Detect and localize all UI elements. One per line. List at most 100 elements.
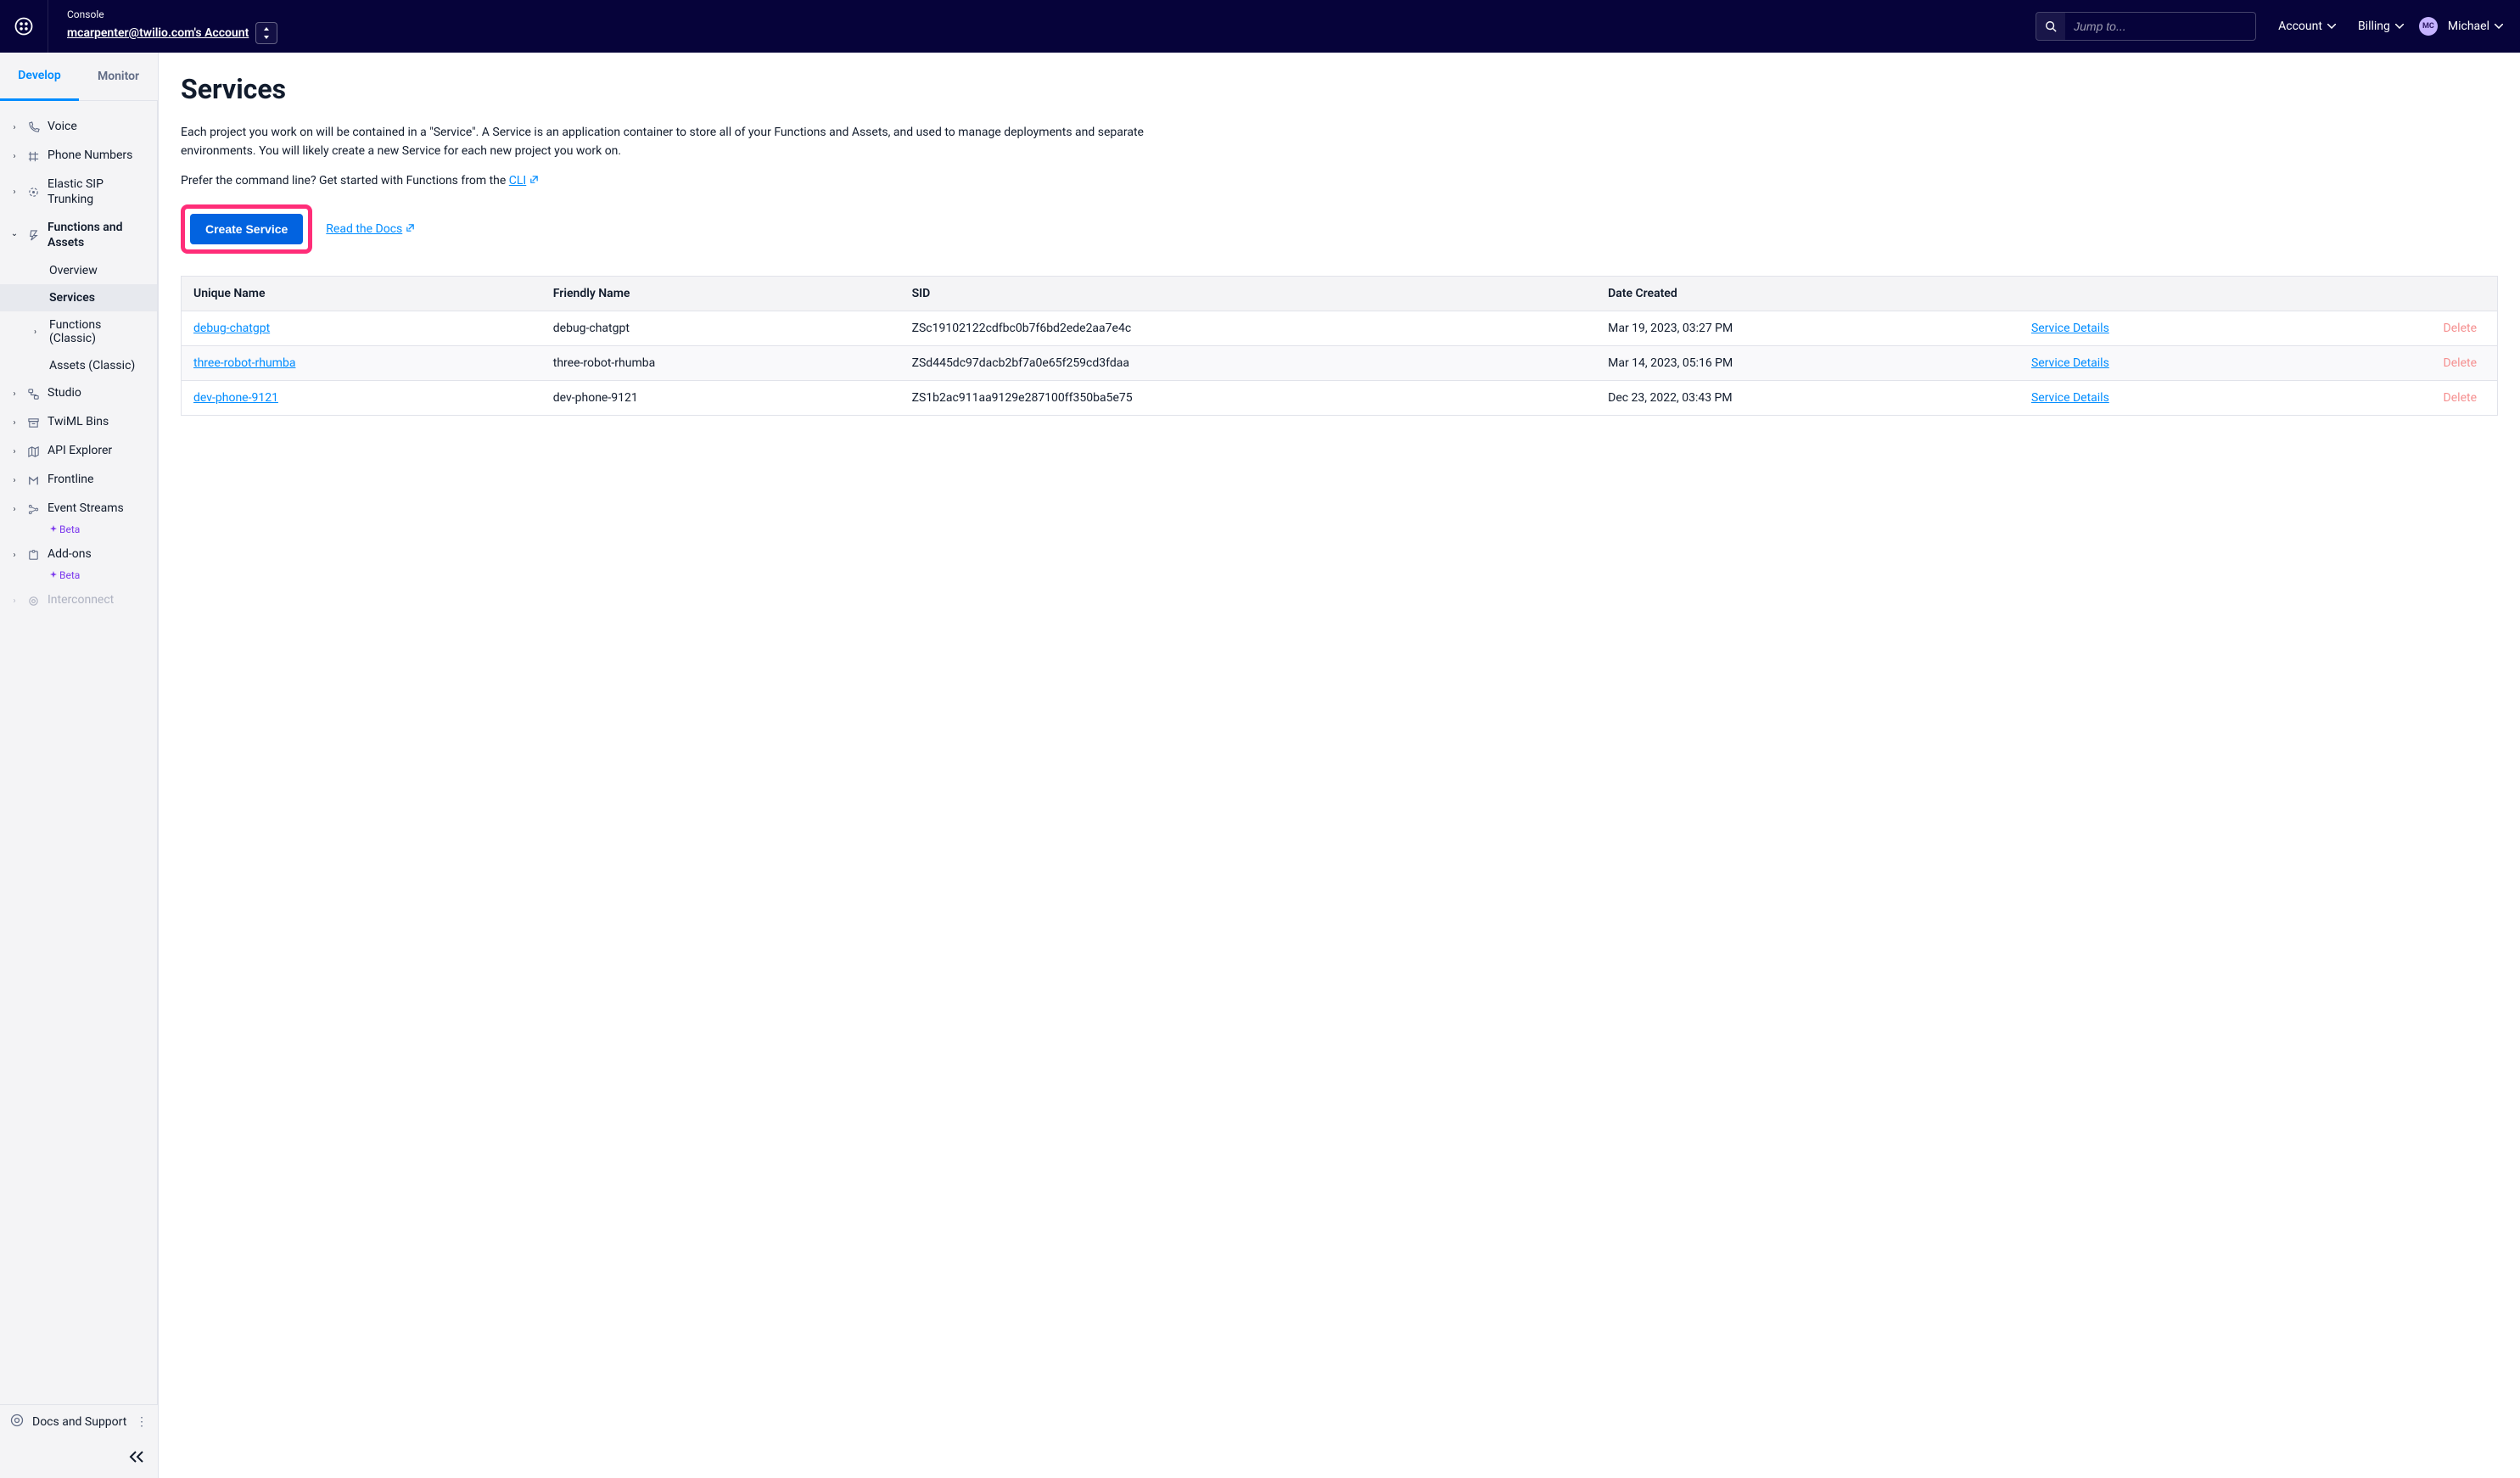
- cli-link-text: CLI: [509, 174, 526, 188]
- service-details-link[interactable]: Service Details: [2031, 356, 2109, 370]
- beta-badge: Beta: [49, 523, 80, 535]
- create-service-button[interactable]: Create Service: [190, 214, 303, 244]
- sparkle-icon: [49, 571, 58, 579]
- delete-link[interactable]: Delete: [2444, 322, 2477, 335]
- sidebar-item-twiml-bins[interactable]: TwiML Bins: [0, 408, 157, 437]
- collapse-sidebar-button[interactable]: [129, 1451, 144, 1466]
- sip-trunking-icon: [25, 185, 41, 200]
- search-icon: [2045, 20, 2057, 32]
- phone-icon: [25, 120, 41, 135]
- sort-vertical-icon: [262, 27, 271, 39]
- col-date-created: Date Created: [1596, 277, 2019, 311]
- unique-name-link[interactable]: dev-phone-9121: [193, 391, 278, 405]
- functions-icon: [25, 228, 41, 244]
- sidebar: Develop Monitor Voice Phone Numbers Elas…: [0, 53, 159, 1478]
- frontline-icon: [25, 473, 41, 488]
- sidebar-item-elastic-sip[interactable]: Elastic SIP Trunking: [0, 171, 157, 214]
- search-input[interactable]: [2065, 13, 2255, 40]
- chevron-right-icon: [10, 152, 19, 161]
- services-table: Unique Name Friendly Name SID Date Creat…: [181, 276, 2498, 416]
- main-content: Services Each project you work on will b…: [159, 53, 2520, 1478]
- tab-monitor[interactable]: Monitor: [79, 53, 158, 100]
- sidebar-item-studio[interactable]: Studio: [0, 379, 157, 408]
- sidebar-label: Phone Numbers: [48, 148, 148, 164]
- page-description: Each project you work on will be contain…: [181, 124, 1199, 160]
- cli-line: Prefer the command line? Get started wit…: [181, 174, 2498, 188]
- cli-prefix-text: Prefer the command line? Get started wit…: [181, 174, 509, 188]
- sidebar-label: TwiML Bins: [48, 415, 148, 430]
- account-name-link[interactable]: mcarpenter@twilio.com's Account: [67, 26, 249, 40]
- beta-label: Beta: [59, 523, 80, 535]
- twilio-logo[interactable]: [0, 0, 48, 53]
- sidebar-item-interconnect[interactable]: Interconnect: [0, 586, 157, 615]
- service-details-link[interactable]: Service Details: [2031, 322, 2109, 335]
- sidebar-item-functions-assets[interactable]: Functions and Assets: [0, 214, 157, 257]
- interconnect-icon: [25, 593, 41, 608]
- sidebar-item-api-explorer[interactable]: API Explorer: [0, 437, 157, 466]
- user-menu[interactable]: MC Michael: [2419, 17, 2503, 36]
- sidebar-label: Add-ons: [48, 547, 148, 563]
- sidebar-label: Event Streams: [48, 501, 148, 517]
- cli-link[interactable]: CLI: [509, 174, 539, 188]
- kebab-menu-icon[interactable]: ⋮: [136, 1415, 148, 1429]
- tab-develop[interactable]: Develop: [0, 53, 79, 101]
- sidebar-label: Voice: [48, 120, 148, 135]
- sidebar-item-voice[interactable]: Voice: [0, 113, 157, 142]
- chevron-right-icon: [10, 188, 19, 197]
- delete-link[interactable]: Delete: [2444, 356, 2477, 370]
- unique-name-link[interactable]: three-robot-rhumba: [193, 356, 295, 370]
- sidebar-subitem-services[interactable]: Services: [0, 284, 157, 311]
- search-button[interactable]: [2036, 13, 2065, 40]
- chevron-right-icon: [10, 447, 19, 456]
- event-streams-icon: [25, 501, 41, 517]
- double-chevron-left-icon: [129, 1451, 144, 1463]
- chevron-right-icon: [10, 123, 19, 132]
- col-delete: [2309, 277, 2497, 311]
- chevron-right-icon: [10, 596, 19, 606]
- docs-support-label: Docs and Support: [32, 1415, 126, 1429]
- help-icon: [10, 1414, 24, 1430]
- studio-icon: [25, 386, 41, 401]
- chevron-right-icon: [10, 551, 19, 560]
- beta-badge: Beta: [49, 569, 80, 581]
- external-link-icon: [529, 174, 539, 188]
- sidebar-item-phone-numbers[interactable]: Phone Numbers: [0, 142, 157, 171]
- account-block: Console mcarpenter@twilio.com's Account: [48, 8, 277, 44]
- sidebar-label: Studio: [48, 386, 148, 401]
- unique-name-link[interactable]: debug-chatgpt: [193, 322, 270, 335]
- chevron-right-icon: ›: [34, 328, 36, 337]
- billing-menu[interactable]: Billing: [2358, 20, 2404, 33]
- chevron-right-icon: [10, 389, 19, 399]
- highlight-annotation: Create Service: [181, 204, 312, 254]
- delete-link[interactable]: Delete: [2444, 391, 2477, 405]
- topbar: Console mcarpenter@twilio.com's Account …: [0, 0, 2520, 53]
- sidebar-subitem-functions-classic[interactable]: › Functions (Classic): [0, 311, 157, 352]
- service-details-link[interactable]: Service Details: [2031, 391, 2109, 405]
- account-switcher-button[interactable]: [255, 22, 277, 44]
- sidebar-item-frontline[interactable]: Frontline: [0, 466, 157, 495]
- docs-support-link[interactable]: Docs and Support ⋮: [0, 1405, 158, 1439]
- console-label: Console: [67, 8, 277, 20]
- read-docs-link[interactable]: Read the Docs: [326, 222, 415, 236]
- sidebar-subitem-overview[interactable]: Overview: [0, 257, 157, 284]
- account-menu[interactable]: Account: [2278, 20, 2336, 33]
- sid-cell: ZSc19102122cdfbc0b7f6bd2ede2aa7e4c: [900, 311, 1597, 346]
- chevron-down-icon: [2495, 24, 2503, 29]
- account-menu-label: Account: [2278, 20, 2322, 33]
- sidebar-item-addons[interactable]: Add-ons: [0, 540, 157, 569]
- beta-label: Beta: [59, 569, 80, 581]
- sidebar-label: API Explorer: [48, 444, 148, 459]
- sidebar-item-event-streams[interactable]: Event Streams: [0, 495, 157, 523]
- sidebar-subitem-assets-classic[interactable]: Assets (Classic): [0, 352, 157, 379]
- sidebar-label: Frontline: [48, 473, 148, 488]
- chevron-right-icon: [10, 505, 19, 514]
- date-cell: Mar 14, 2023, 05:16 PM: [1596, 346, 2019, 381]
- sidebar-label: Functions (Classic): [49, 318, 148, 345]
- map-icon: [25, 444, 41, 459]
- sid-cell: ZSd445dc97dacb2bf7a0e65f259cd3fdaa: [900, 346, 1597, 381]
- friendly-name-cell: dev-phone-9121: [541, 381, 900, 416]
- read-docs-label: Read the Docs: [326, 222, 402, 236]
- col-friendly-name: Friendly Name: [541, 277, 900, 311]
- chevron-down-icon: [10, 231, 19, 240]
- table-row: dev-phone-9121dev-phone-9121ZS1b2ac911aa…: [182, 381, 2498, 416]
